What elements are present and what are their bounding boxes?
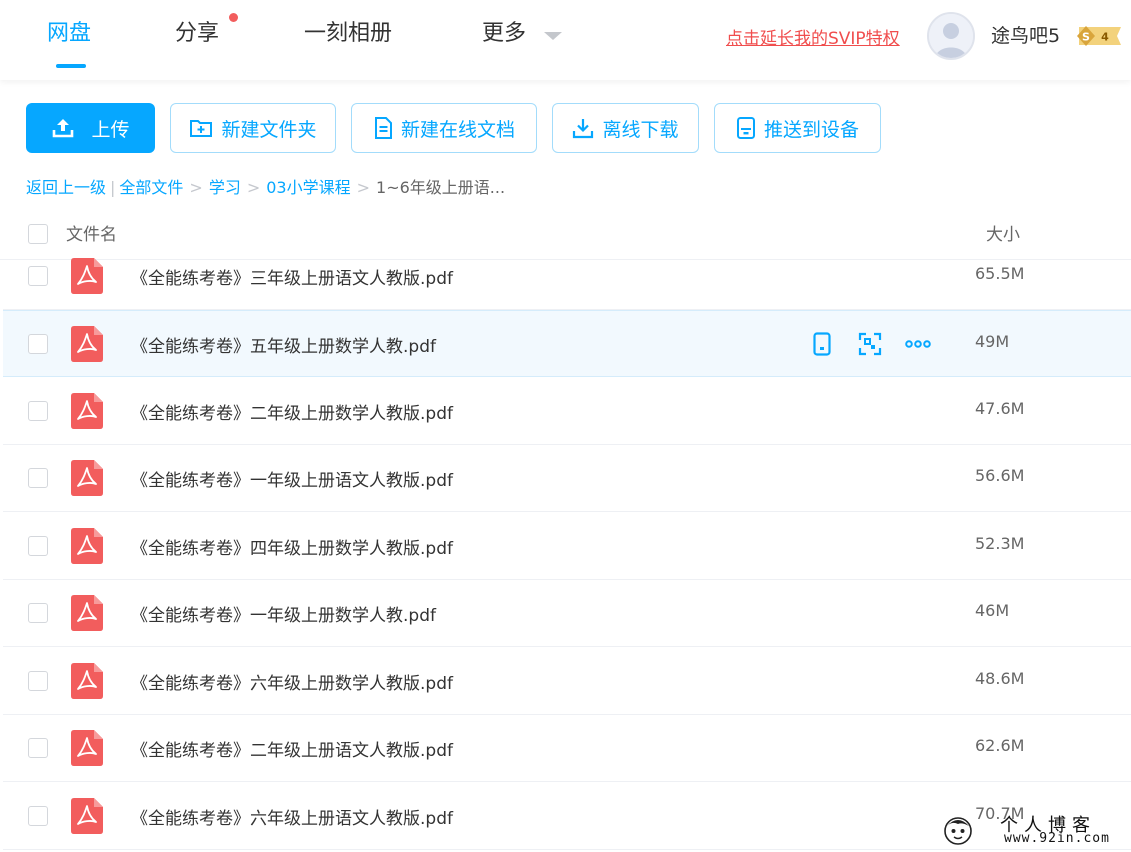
device-icon xyxy=(736,117,756,139)
pdf-file-icon[interactable] xyxy=(71,730,103,766)
row-checkbox[interactable] xyxy=(28,806,48,826)
push-device-button[interactable]: 推送到设备 xyxy=(714,103,881,153)
file-row[interactable]: 《全能练考卷》五年级上册数学人教.pdf 49M xyxy=(3,310,1131,377)
folder-add-icon xyxy=(189,117,213,139)
watermark-mascot-icon xyxy=(944,817,972,845)
top-nav: 网盘 分享 一刻相册 更多 点击延长我的SVIP特权 途鸟吧5 S 4 xyxy=(0,0,1131,80)
file-size: 46M xyxy=(975,601,1010,620)
row-checkbox[interactable] xyxy=(28,738,48,758)
file-name[interactable]: 《全能练考卷》二年级上册数学人教版.pdf xyxy=(131,399,453,424)
file-size: 47.6M xyxy=(975,399,1025,418)
file-size: 62.6M xyxy=(975,736,1025,755)
watermark-url: www.92in.com xyxy=(1004,831,1110,846)
file-row[interactable]: 《全能练考卷》四年级上册数学人教版.pdf 52.3M xyxy=(3,513,1131,580)
file-size: 56.6M xyxy=(975,466,1025,485)
file-row[interactable]: 《全能练考卷》三年级上册语文人教版.pdf 65.5M xyxy=(3,243,1131,310)
file-name[interactable]: 《全能练考卷》三年级上册语文人教版.pdf xyxy=(131,264,453,289)
breadcrumb-separator: > xyxy=(246,178,261,197)
file-row[interactable]: 《全能练考卷》二年级上册数学人教版.pdf 47.6M xyxy=(3,378,1131,445)
more-icon[interactable] xyxy=(905,331,931,357)
pdf-file-icon[interactable] xyxy=(71,326,103,362)
new-folder-label: 新建文件夹 xyxy=(221,118,317,141)
file-row[interactable]: 《全能练考卷》一年级上册数学人教.pdf 46M xyxy=(3,580,1131,647)
row-checkbox[interactable] xyxy=(28,468,48,488)
tab-share[interactable]: 分享 xyxy=(175,18,219,50)
breadcrumb: 返回上一级 | 全部文件 > 学习 >03小学课程 >1~6年级上册语... xyxy=(26,174,505,198)
upload-button[interactable]: 上传 xyxy=(26,103,155,153)
file-name[interactable]: 《全能练考卷》五年级上册数学人教.pdf xyxy=(131,332,436,357)
new-doc-button[interactable]: 新建在线文档 xyxy=(351,103,537,153)
breadcrumb-item-study[interactable]: 学习 xyxy=(209,178,241,197)
share-notification-dot xyxy=(229,13,238,22)
badge-level: 4 xyxy=(1101,31,1109,44)
select-all-checkbox[interactable] xyxy=(28,224,48,244)
file-name[interactable]: 《全能练考卷》六年级上册语文人教版.pdf xyxy=(131,804,453,829)
file-size: 52.3M xyxy=(975,534,1025,553)
scan-icon[interactable] xyxy=(857,331,883,357)
file-size: 48.6M xyxy=(975,669,1025,688)
row-actions xyxy=(809,331,931,357)
user-avatar-icon xyxy=(929,14,973,58)
pdf-file-icon[interactable] xyxy=(71,798,103,834)
pdf-file-icon[interactable] xyxy=(71,528,103,564)
offline-download-button[interactable]: 离线下载 xyxy=(552,103,699,153)
file-name[interactable]: 《全能练考卷》六年级上册数学人教版.pdf xyxy=(131,669,453,694)
phone-push-icon[interactable] xyxy=(809,331,835,357)
username[interactable]: 途鸟吧5 xyxy=(991,21,1060,48)
row-checkbox[interactable] xyxy=(28,671,48,691)
chevron-down-icon[interactable] xyxy=(544,32,562,40)
svip-renew-link[interactable]: 点击延长我的SVIP特权 xyxy=(726,24,900,49)
upload-label: 上传 xyxy=(91,118,130,141)
pdf-file-icon[interactable] xyxy=(71,258,103,294)
row-checkbox[interactable] xyxy=(28,536,48,556)
row-checkbox[interactable] xyxy=(28,334,48,354)
column-header-size[interactable]: 大小 xyxy=(986,220,1020,245)
file-size: 65.5M xyxy=(975,264,1025,283)
breadcrumb-current: 1~6年级上册语... xyxy=(376,178,506,197)
file-name[interactable]: 《全能练考卷》四年级上册数学人教版.pdf xyxy=(131,534,453,559)
tab-netdisk[interactable]: 网盘 xyxy=(47,18,91,50)
file-row[interactable]: 《全能练考卷》六年级上册数学人教版.pdf 48.6M xyxy=(3,648,1131,715)
breadcrumb-back[interactable]: 返回上一级 xyxy=(26,178,106,197)
pdf-file-icon[interactable] xyxy=(71,460,103,496)
file-name[interactable]: 《全能练考卷》一年级上册语文人教版.pdf xyxy=(131,466,453,491)
file-row[interactable]: 《全能练考卷》一年级上册语文人教版.pdf 56.6M xyxy=(3,445,1131,512)
file-row[interactable]: 《全能练考卷》二年级上册语文人教版.pdf 62.6M xyxy=(3,715,1131,782)
document-icon xyxy=(373,117,393,139)
push-device-label: 推送到设备 xyxy=(763,118,859,141)
breadcrumb-item-all[interactable]: 全部文件 xyxy=(119,178,183,197)
row-checkbox[interactable] xyxy=(28,401,48,421)
file-name[interactable]: 《全能练考卷》一年级上册数学人教.pdf xyxy=(131,601,436,626)
breadcrumb-separator: > xyxy=(356,178,371,197)
tab-album[interactable]: 一刻相册 xyxy=(304,18,392,50)
pdf-file-icon[interactable] xyxy=(71,663,103,699)
badge-s: S xyxy=(1082,31,1090,44)
tab-more[interactable]: 更多 xyxy=(482,18,526,50)
row-checkbox[interactable] xyxy=(28,266,48,286)
breadcrumb-divider: | xyxy=(110,178,116,197)
new-doc-label: 新建在线文档 xyxy=(400,118,515,141)
pdf-file-icon[interactable] xyxy=(71,393,103,429)
active-tab-indicator xyxy=(56,64,86,68)
download-icon xyxy=(572,117,594,139)
new-folder-button[interactable]: 新建文件夹 xyxy=(170,103,336,153)
file-size: 49M xyxy=(975,332,1010,351)
avatar[interactable] xyxy=(927,12,975,60)
breadcrumb-item-course[interactable]: 03小学课程 xyxy=(266,178,350,197)
column-header-name[interactable]: 文件名 xyxy=(66,220,117,245)
row-checkbox[interactable] xyxy=(28,603,48,623)
breadcrumb-separator: > xyxy=(189,178,203,197)
offline-download-label: 离线下载 xyxy=(602,118,679,141)
upload-icon xyxy=(51,117,75,139)
file-name[interactable]: 《全能练考卷》二年级上册语文人教版.pdf xyxy=(131,736,453,761)
pdf-file-icon[interactable] xyxy=(71,595,103,631)
svip-level-badge-icon[interactable]: S 4 xyxy=(1075,25,1125,47)
